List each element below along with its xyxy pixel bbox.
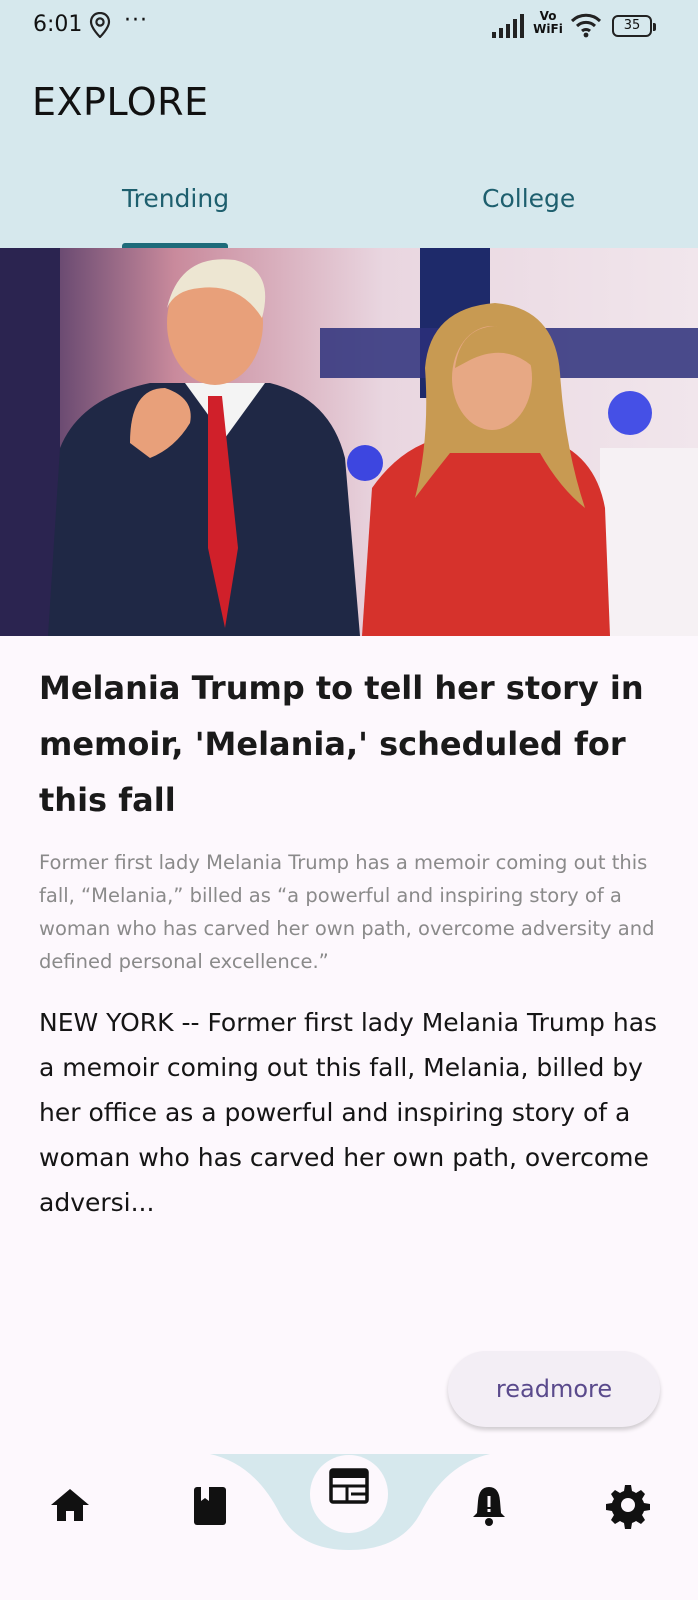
battery-icon: 35 (612, 15, 656, 37)
article-body: NEW YORK -- Former first lady Melania Tr… (39, 1008, 658, 1217)
vowifi-top-label: Vo (539, 9, 557, 23)
tab-bar: Trending College (0, 170, 698, 248)
tab-trending[interactable]: Trending (122, 184, 229, 213)
book-icon[interactable] (186, 1481, 234, 1529)
vowifi-icon: Vo WiFi (533, 10, 563, 36)
tab-college[interactable]: College (482, 184, 575, 213)
bottom-navigation (0, 1454, 698, 1600)
status-time: 6:01 (33, 12, 83, 37)
location-icon (89, 11, 111, 39)
bell-icon[interactable] (465, 1481, 513, 1529)
signal-icon (492, 14, 528, 38)
status-bar: 6:01 ··· Vo WiFi 35 (0, 0, 698, 52)
article-summary: Former first lady Melania Trump has a me… (39, 851, 655, 973)
article-hero-image[interactable] (0, 248, 698, 636)
newspaper-icon[interactable] (325, 1462, 373, 1510)
article-headline[interactable]: Melania Trump to tell her story in memoi… (39, 660, 659, 828)
more-notifications-icon: ··· (124, 8, 148, 33)
vowifi-bottom-label: WiFi (533, 22, 563, 36)
gear-icon[interactable] (604, 1481, 652, 1529)
page-title: EXPLORE (32, 80, 209, 124)
home-icon[interactable] (46, 1481, 94, 1529)
readmore-button[interactable]: readmore (448, 1351, 660, 1427)
app-header: 6:01 ··· Vo WiFi 35 EXPLORE Trending Col… (0, 0, 698, 248)
wifi-icon (570, 12, 602, 38)
